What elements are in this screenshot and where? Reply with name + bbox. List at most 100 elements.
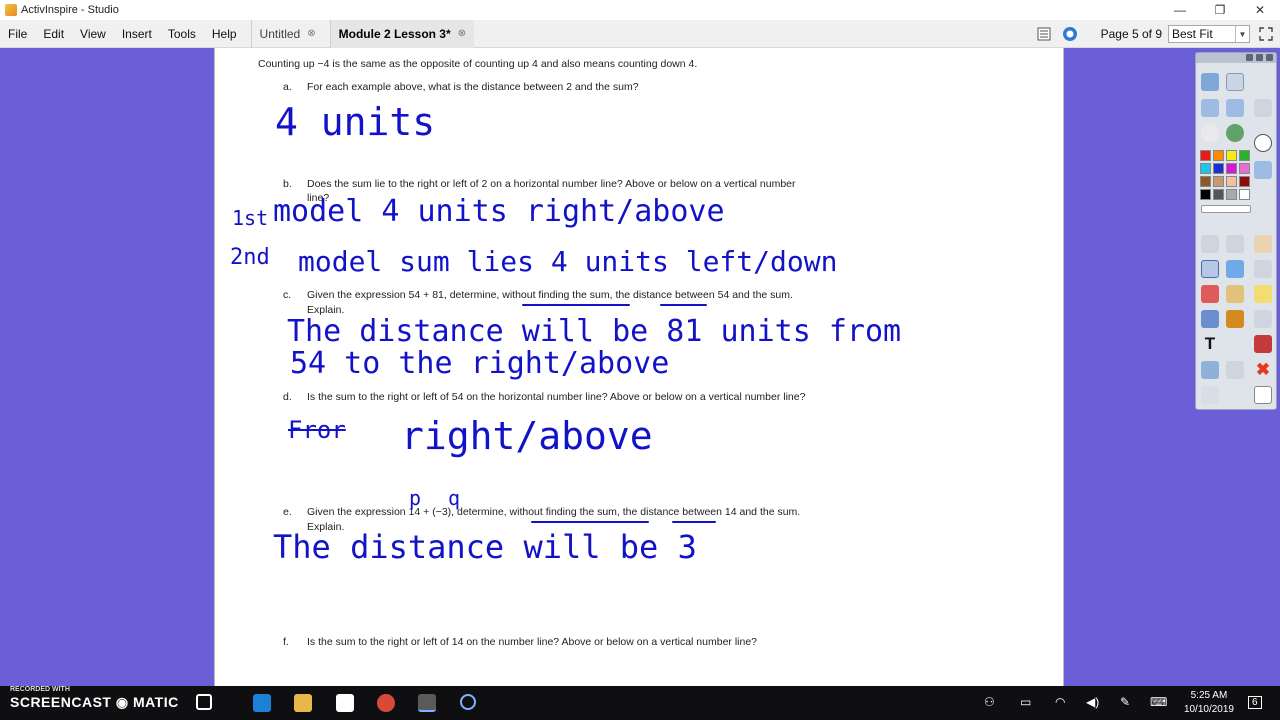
wifi-icon[interactable]: ◠	[1055, 695, 1065, 709]
color-black[interactable]	[1200, 189, 1211, 200]
window-title: ActivInspire - Studio	[21, 4, 119, 16]
clock-date: 10/10/2019	[1183, 704, 1234, 715]
menu-insert[interactable]: Insert	[114, 20, 160, 48]
clear-icon[interactable]: ✖	[1254, 360, 1272, 379]
tab-untitled-close-icon[interactable]: ⊗	[307, 28, 315, 39]
browsers-icon[interactable]	[1226, 73, 1244, 91]
color-orange[interactable]	[1213, 150, 1224, 161]
page-icon[interactable]	[1254, 386, 1272, 404]
edge-icon[interactable]	[253, 694, 271, 712]
play-icon[interactable]	[1201, 124, 1219, 142]
question-a: For each example above, what is the dist…	[307, 81, 639, 93]
menu-tools[interactable]: Tools	[160, 20, 204, 48]
keyboard-icon[interactable]: ⌨	[1150, 695, 1167, 709]
color-green[interactable]	[1239, 150, 1250, 161]
color-tan[interactable]	[1213, 176, 1224, 187]
question-c-line1: Given the expression 54 + 81, determine,…	[307, 289, 793, 301]
menu-help[interactable]: Help	[204, 20, 245, 48]
text-tool-icon[interactable]: T	[1201, 334, 1219, 353]
notifications-icon[interactable]: 6	[1248, 696, 1262, 709]
color-pink[interactable]	[1239, 163, 1250, 174]
people-icon[interactable]: ⚇	[984, 695, 995, 709]
zoom-value: Best Fit	[1172, 27, 1213, 41]
crop-icon[interactable]	[1254, 310, 1272, 328]
tab-untitled[interactable]: Untitled ⊗	[250, 19, 324, 48]
clock[interactable]: 5:25 AM 10/10/2019	[1184, 689, 1234, 717]
scissors-icon[interactable]	[1254, 99, 1272, 117]
color-blue[interactable]	[1213, 163, 1224, 174]
color-red[interactable]	[1200, 150, 1211, 161]
chevron-down-icon[interactable]: ▼	[1235, 26, 1249, 42]
restore-button[interactable]: ❐	[1200, 0, 1240, 20]
title-bar: ActivInspire - Studio — ❐ ✕	[0, 0, 1280, 20]
color-peach[interactable]	[1226, 176, 1237, 187]
shape-icon[interactable]	[1254, 260, 1272, 278]
camera-icon[interactable]	[1226, 310, 1244, 328]
folder-icon[interactable]	[1254, 161, 1272, 179]
color-cyan[interactable]	[1200, 163, 1211, 174]
screencast-matic-logo: SCREENCAST ◉ MATIC	[10, 694, 179, 710]
menu-edit[interactable]: Edit	[35, 20, 72, 48]
clock-time: 5:25 AM	[1190, 690, 1228, 701]
floating-toolbox[interactable]: T ✖	[1195, 52, 1277, 410]
ink-underline-distance-e	[672, 521, 716, 523]
screencast-taskbar-icon[interactable]	[460, 694, 476, 710]
question-f-letter: f.	[283, 636, 289, 648]
question-e-letter: e.	[283, 506, 292, 518]
next-page-icon[interactable]	[1226, 99, 1244, 117]
revealer-icon[interactable]	[1201, 361, 1219, 379]
task-view-icon[interactable]	[196, 694, 212, 710]
color-magenta[interactable]	[1226, 163, 1237, 174]
ink-answer-d: right/above	[401, 414, 653, 458]
color-dark-gray[interactable]	[1213, 189, 1224, 200]
hand-icon[interactable]	[1254, 235, 1272, 253]
close-window-button[interactable]: ✕	[1240, 0, 1280, 20]
tab-module-close-icon[interactable]: ⊗	[458, 28, 466, 39]
undo-icon[interactable]	[1226, 361, 1244, 379]
tab-module-2-lesson-3[interactable]: Module 2 Lesson 3* ⊗	[329, 19, 475, 48]
color-brown[interactable]	[1200, 176, 1211, 187]
file-explorer-icon[interactable]	[294, 694, 312, 712]
activinspire-taskbar-icon[interactable]	[418, 694, 436, 712]
toolbox-header[interactable]	[1196, 53, 1276, 63]
clock-icon[interactable]	[1254, 134, 1272, 152]
main-menu-icon[interactable]	[1201, 73, 1219, 91]
highlighter-icon[interactable]	[1226, 260, 1244, 278]
fullscreen-icon[interactable]	[1258, 26, 1274, 42]
magic-ink-icon[interactable]	[1226, 235, 1244, 253]
color-gray[interactable]	[1226, 189, 1237, 200]
pen-tray-icon[interactable]: ✎	[1120, 695, 1130, 709]
minimize-button[interactable]: —	[1160, 0, 1200, 20]
battery-icon[interactable]: ▭	[1020, 695, 1031, 709]
pen-width-slider[interactable]	[1201, 205, 1251, 213]
eraser-icon[interactable]	[1201, 285, 1219, 303]
page-browser-icon[interactable]	[1036, 26, 1052, 42]
volume-icon[interactable]: ◀)	[1086, 695, 1099, 709]
redo-icon[interactable]	[1201, 386, 1219, 404]
menu-bar: File Edit View Insert Tools Help Untitle…	[0, 19, 1280, 48]
tab-untitled-label: Untitled	[259, 26, 301, 41]
connector-icon[interactable]	[1254, 285, 1272, 303]
chrome-icon[interactable]	[377, 694, 395, 712]
ink-struck-word: Fror	[288, 416, 346, 444]
flipchart-page[interactable]: Counting up −4 is the same as the opposi…	[214, 48, 1064, 686]
intro-text: Counting up −4 is the same as the opposi…	[258, 58, 698, 70]
save-icon[interactable]	[1254, 335, 1272, 353]
question-c-letter: c.	[283, 289, 292, 301]
color-dark-red[interactable]	[1239, 176, 1250, 187]
globe-icon[interactable]	[1226, 124, 1244, 142]
color-white[interactable]	[1239, 189, 1250, 200]
pen-icon[interactable]	[1201, 260, 1219, 278]
menu-view[interactable]: View	[72, 20, 114, 48]
color-yellow[interactable]	[1226, 150, 1237, 161]
fill-icon[interactable]	[1226, 285, 1244, 303]
activinspire-app-icon	[5, 4, 17, 16]
dashboard-icon[interactable]	[1062, 26, 1078, 42]
line-tool-icon[interactable]	[1201, 310, 1219, 328]
menu-file[interactable]: File	[0, 20, 35, 48]
ink-answer-b-second: model sum lies 4 units left/down	[298, 245, 838, 278]
select-arrow-icon[interactable]	[1201, 235, 1219, 253]
zoom-select[interactable]: Best Fit ▼	[1168, 25, 1250, 43]
previous-page-icon[interactable]	[1201, 99, 1219, 117]
store-icon[interactable]	[336, 694, 354, 712]
